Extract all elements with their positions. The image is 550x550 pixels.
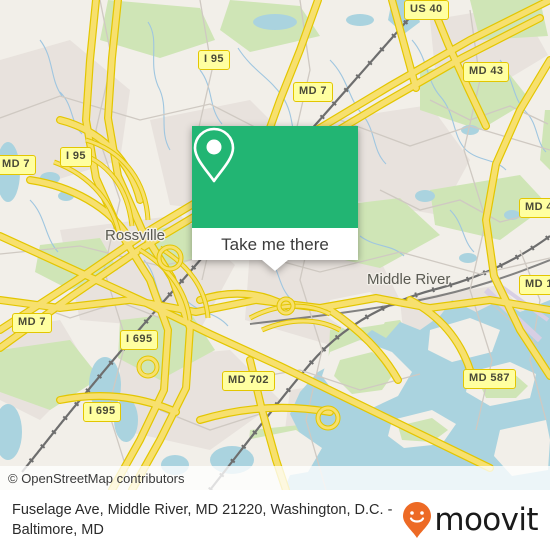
route-shield-md-7-top[interactable]: MD 7 [293,82,333,102]
take-me-there-button[interactable]: Take me there [192,228,358,260]
route-shield-md-702[interactable]: MD 702 [222,371,275,391]
address-text: Fuselage Ave, Middle River, MD 21220, Wa… [12,502,393,538]
map-screenshot: US 40 I 95 MD 43 MD 7 I 95 MD 43 MD 15 M… [0,0,550,550]
take-me-there-label: Take me there [221,234,329,254]
route-shield-md-43-right[interactable]: MD 43 [519,198,550,218]
route-shield-us-40[interactable]: US 40 [404,0,449,20]
map-pin-icon [193,127,235,183]
moovit-logo[interactable]: moovit [402,501,550,539]
route-shield-md-7-left[interactable]: MD 7 [12,313,52,333]
route-shield-i-95-left[interactable]: I 95 [60,147,92,167]
moovit-wordmark: moovit [434,501,538,538]
map-canvas[interactable]: US 40 I 95 MD 43 MD 7 I 95 MD 43 MD 15 M… [0,0,550,490]
destination-callout[interactable]: Take me there [192,126,358,271]
route-shield-i-95-top[interactable]: I 95 [198,50,230,70]
route-shield-md-15-right[interactable]: MD 15 [519,275,550,295]
map-attribution: © OpenStreetMap contributors [0,466,550,490]
route-shield-i-695-upper[interactable]: I 695 [120,330,159,350]
attribution-text[interactable]: © OpenStreetMap contributors [0,472,185,485]
place-label-rossville: Rossville [105,227,166,244]
route-shield-edge-left[interactable]: MD 7 [0,155,36,175]
callout-pointer [262,260,288,271]
moovit-smiley-pin-icon [403,502,432,538]
place-label-middle-river: Middle River [367,271,451,288]
callout-icon-panel [192,126,358,228]
route-shield-md-43-top[interactable]: MD 43 [463,62,510,82]
route-shield-md-587[interactable]: MD 587 [463,369,516,389]
route-shield-i-695-lower[interactable]: I 695 [83,402,122,422]
footer-bar: Fuselage Ave, Middle River, MD 21220, Wa… [0,490,550,550]
